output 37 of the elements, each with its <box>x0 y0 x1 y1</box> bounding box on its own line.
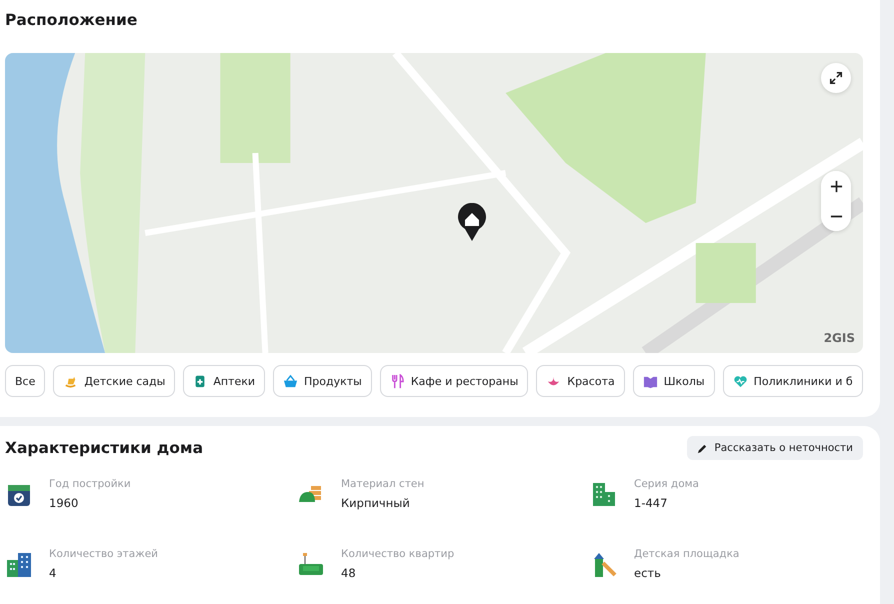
spec-label: Детская площадка <box>634 548 740 560</box>
spec-label: Количество этажей <box>49 548 158 560</box>
spec-value: 48 <box>341 566 357 580</box>
category-chip[interactable]: Все <box>5 365 46 397</box>
zoom-out-button[interactable] <box>821 201 851 231</box>
report-button[interactable]: Рассказать о неточности <box>687 436 863 460</box>
spec-label: Количество квартир <box>341 548 454 560</box>
buildings-icon <box>5 550 33 578</box>
spec-value: 4 <box>49 566 58 580</box>
spec-value: есть <box>634 566 662 580</box>
category-chip[interactable]: Кафе и рестораны <box>380 365 528 397</box>
spec-label: Год постройки <box>49 478 131 490</box>
fork-knife-icon <box>390 374 405 388</box>
spec-label: Материал стен <box>341 478 424 490</box>
plus-icon <box>830 180 842 192</box>
category-chip[interactable]: Аптеки <box>183 365 266 397</box>
map-logo: 2GIS <box>824 331 855 345</box>
spec-value: 1-447 <box>634 496 668 510</box>
category-chip[interactable]: Продукты <box>273 365 372 397</box>
sofa-lamp-icon <box>297 550 325 578</box>
heart-pulse-icon <box>732 374 748 388</box>
zoom-in-button[interactable] <box>821 171 851 201</box>
building-icon <box>590 480 618 508</box>
spec-value: 1960 <box>49 496 80 510</box>
pencil-icon <box>697 442 708 454</box>
category-chip[interactable]: Поликлиники и б <box>722 365 863 397</box>
category-chip[interactable]: Школы <box>632 365 715 397</box>
section-title: Характеристики дома <box>5 438 204 459</box>
medicine-bottle-icon <box>193 374 208 388</box>
basket-icon <box>283 374 298 388</box>
category-chip[interactable]: Детские сады <box>53 365 176 397</box>
spec-label: Серия дома <box>634 478 699 490</box>
spec-value: Кирпичный <box>341 496 411 510</box>
section-title: Расположение <box>5 10 138 31</box>
category-chip[interactable]: Красота <box>536 365 625 397</box>
home-pin-icon <box>457 203 487 243</box>
expand-arrows-icon <box>829 71 843 85</box>
